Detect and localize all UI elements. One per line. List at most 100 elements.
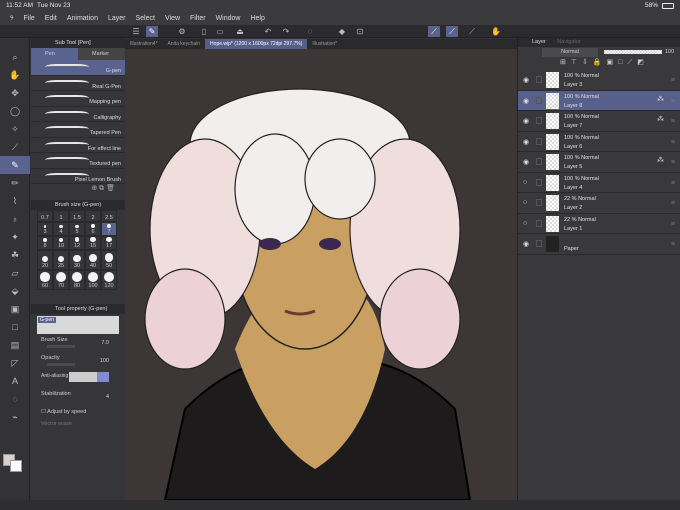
group-marker[interactable]: Marker <box>78 48 125 60</box>
snap-special-ruler-icon[interactable]: ⟋ <box>446 26 458 37</box>
open-folder-icon[interactable]: ▭ <box>214 26 226 37</box>
brush-size-slider[interactable] <box>47 345 75 348</box>
layer-checkbox[interactable] <box>536 219 542 227</box>
drag-handle-icon[interactable]: ≡ <box>671 139 675 146</box>
undo-icon[interactable]: ↶ <box>262 26 274 37</box>
visibility-icon[interactable]: ○ <box>523 179 527 186</box>
menu-file[interactable]: File <box>24 15 35 22</box>
brush-size-option[interactable]: 4 <box>53 222 69 236</box>
menu-view[interactable]: View <box>165 15 180 22</box>
layer-checkbox[interactable] <box>536 117 542 124</box>
layer-opacity-value[interactable]: 100 <box>665 49 674 55</box>
menu-layer[interactable]: Layer <box>108 15 126 22</box>
snap-grid-icon[interactable]: ⟋ <box>466 26 478 37</box>
blend-tool-icon[interactable]: ☘ <box>0 246 30 264</box>
sub-color-swatch[interactable] <box>10 460 22 472</box>
anti-aliasing-property[interactable]: Anti-aliasing <box>31 370 125 388</box>
figure-icon[interactable]: □ <box>0 318 30 336</box>
text-tool-icon[interactable]: A <box>0 372 30 390</box>
layer-toolbar[interactable]: ⊞⊤⇩🔒▣□⟋◩ <box>518 58 680 70</box>
brush-size-option[interactable]: 1.5 <box>69 210 85 222</box>
layer-checkbox[interactable] <box>536 137 542 145</box>
layer-opacity-slider[interactable] <box>604 50 662 54</box>
layer-row[interactable]: ○ 100 % Normal Layer 4 ≡ <box>518 173 680 193</box>
drag-handle-icon[interactable]: ≡ <box>671 241 675 248</box>
ruler-icon[interactable]: ◸ <box>0 354 30 372</box>
hamburger-icon[interactable]: ☰ <box>130 26 142 37</box>
fill-tool-icon[interactable]: ⬙ <box>0 282 30 300</box>
tab-illustration[interactable]: Illustration* <box>307 39 342 49</box>
brush-size-option[interactable]: 5 <box>69 222 85 236</box>
drag-handle-icon[interactable]: ≡ <box>671 200 675 207</box>
magic-wand-icon[interactable]: ✧ <box>0 120 30 138</box>
adjust-by-speed[interactable]: ☐ Adjust by speed <box>31 406 125 418</box>
tab-hope-wip[interactable]: Hope.wip* (1200 x 1600px 72dpi 297.7%) <box>205 39 308 49</box>
brush-size-option[interactable]: 10 <box>53 236 69 250</box>
brush-textured-pen[interactable]: Textured pen <box>31 153 125 169</box>
layer-row[interactable]: ◉ 100 % Normal Layer 8 ≡ ⁂ <box>518 90 680 111</box>
brush-effect-line[interactable]: For effect line <box>31 138 125 153</box>
brush-tapered-pen[interactable]: Tapered Pen <box>31 122 125 138</box>
move-tool-icon[interactable]: ✥ <box>0 84 30 102</box>
hand-icon[interactable]: ✋ <box>490 26 502 37</box>
drag-handle-icon[interactable]: ≡ <box>671 180 675 187</box>
brush-size-option[interactable]: 15 <box>85 236 101 250</box>
brush-size-option[interactable]: 100 <box>85 270 101 290</box>
tab-layer[interactable]: Layer <box>532 39 546 45</box>
menu-select[interactable]: Select <box>136 15 155 22</box>
brush-size-option[interactable]: 25 <box>53 250 69 270</box>
new-file-icon[interactable]: ▯ <box>198 26 210 37</box>
layer-checkbox[interactable] <box>536 96 542 104</box>
frame-icon[interactable]: ▤ <box>0 336 30 354</box>
brush-size-option[interactable]: 50 <box>101 250 117 270</box>
snap-ruler-icon[interactable]: ⟋ <box>428 26 440 37</box>
brush-size-option[interactable]: 60 <box>37 270 53 290</box>
drawing-canvas[interactable] <box>125 49 517 500</box>
decoration-icon[interactable]: ✦ <box>0 228 30 246</box>
pen-tool-icon[interactable]: ✎ <box>0 156 30 174</box>
layer-row[interactable]: ◉ 100 % Normal Layer 6 ≡ <box>518 132 680 152</box>
app-icon[interactable]: ୨ <box>10 15 14 23</box>
visibility-icon[interactable]: ○ <box>523 220 527 227</box>
brush-size-option[interactable]: 80 <box>69 270 85 290</box>
settings-icon[interactable]: ⚙ <box>176 26 188 37</box>
drag-handle-icon[interactable]: ≡ <box>671 221 675 228</box>
layer-checkbox[interactable] <box>536 199 542 206</box>
brush-size-property[interactable]: Brush Size 7.0 <box>31 334 125 352</box>
brush-size-option[interactable]: 6 <box>85 222 101 236</box>
tab-illustration4[interactable]: Illustration4* <box>125 39 163 49</box>
stabilization-property[interactable]: Stabilization 4 <box>31 388 125 406</box>
brush-size-option[interactable]: 40 <box>85 250 101 270</box>
vector-erase[interactable]: Vector erase <box>31 418 125 436</box>
drag-handle-icon[interactable]: ≡ <box>671 118 675 125</box>
eraser-icon[interactable]: ▱ <box>0 264 30 282</box>
brush-size-option[interactable]: 8 <box>37 236 53 250</box>
layer-row[interactable]: ○ 22 % Normal Layer 2 ≡ <box>518 193 680 214</box>
tab-navigator[interactable]: Navigator <box>557 39 581 45</box>
brush-tool-icon[interactable]: ⌇ <box>0 192 30 210</box>
transform-icon[interactable]: ⊡ <box>354 26 366 37</box>
menu-edit[interactable]: Edit <box>45 15 57 22</box>
layer-row[interactable]: ◉ Paper ≡ <box>518 234 680 255</box>
menu-filter[interactable]: Filter <box>190 15 206 22</box>
menu-animation[interactable]: Animation <box>67 15 98 22</box>
opacity-property[interactable]: Opacity 100 <box>31 352 125 370</box>
brush-size-option[interactable]: 3 <box>37 222 53 236</box>
gradient-icon[interactable]: ▣ <box>0 300 30 318</box>
visibility-icon[interactable]: ◉ <box>523 97 529 105</box>
drag-handle-icon[interactable]: ≡ <box>671 98 675 105</box>
brush-size-option[interactable]: 120 <box>101 270 117 290</box>
blend-mode-select[interactable]: Normal <box>542 48 598 57</box>
layer-checkbox[interactable] <box>536 76 542 83</box>
layer-row[interactable]: ◉ 100 % Normal Layer 7 ≡ ⁂ <box>518 111 680 132</box>
menu-window[interactable]: Window <box>216 15 241 22</box>
pencil-tool-icon[interactable]: ✏ <box>0 174 30 192</box>
brush-size-option[interactable]: 30 <box>69 250 85 270</box>
group-pen[interactable]: Pen <box>31 48 78 60</box>
drag-handle-icon[interactable]: ≡ <box>671 77 675 84</box>
brush-pixel-lemon[interactable]: Pixel Lemon Brush <box>31 169 125 184</box>
balloon-icon[interactable]: ◌ <box>0 390 30 408</box>
eyedropper-icon[interactable]: ⟋ <box>0 138 30 156</box>
clear-icon[interactable]: ◌ <box>304 26 316 37</box>
hand-tool-icon[interactable]: ✋ <box>0 66 30 84</box>
